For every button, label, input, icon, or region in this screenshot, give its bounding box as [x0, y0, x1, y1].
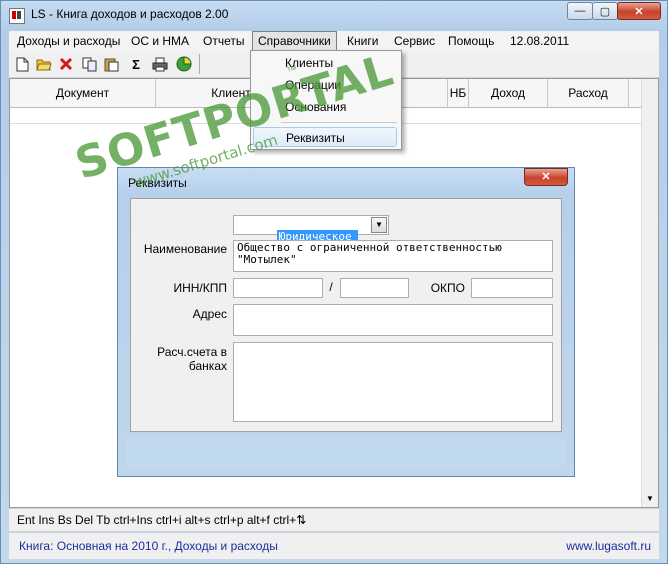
accounts-field[interactable]: [233, 342, 553, 422]
toolbar-separator: [199, 54, 200, 74]
name-label: Наименование: [143, 242, 227, 256]
menu-references[interactable]: Справочники: [252, 31, 337, 51]
references-dropdown: Клиенты Операции Основания Реквизиты: [250, 50, 402, 150]
scroll-down-icon[interactable]: ▼: [646, 494, 654, 503]
new-icon[interactable]: [13, 55, 31, 73]
status-bar: Книга: Основная на 2010 г., Доходы и рас…: [9, 533, 659, 559]
inn-label: ИНН/КПП: [173, 281, 227, 295]
col-expense[interactable]: Расход: [548, 79, 629, 107]
inn-field[interactable]: [233, 278, 323, 298]
dropdown-item-clients[interactable]: Клиенты: [253, 53, 397, 73]
vertical-scrollbar[interactable]: ▼: [641, 79, 658, 507]
copy-icon[interactable]: [81, 55, 99, 73]
current-book-text: Книга: Основная на 2010 г., Доходы и рас…: [19, 539, 278, 553]
hotkeys-text: Ent Ins Bs Del Tb ctrl+Ins ctrl+i alt+s …: [17, 513, 307, 527]
menu-reports[interactable]: Отчеты: [198, 31, 249, 51]
chart-icon[interactable]: [175, 55, 193, 73]
dropdown-item-requisites[interactable]: Реквизиты: [253, 127, 397, 147]
dropdown-separator: [281, 122, 397, 123]
dialog-close-button[interactable]: ✕: [524, 168, 568, 186]
requisites-dialog: Реквизиты ✕ Юридическое лицо ▼ Наименова…: [117, 167, 575, 477]
col-nb[interactable]: НБ: [448, 79, 469, 107]
window-title: LS - Книга доходов и расходов 2.00: [31, 7, 229, 21]
hotkeys-bar: Ent Ins Bs Del Tb ctrl+Ins ctrl+i alt+s …: [9, 509, 659, 532]
dialog-footer: [126, 438, 566, 468]
menu-assets[interactable]: ОС и НМА: [126, 31, 194, 51]
dropdown-item-bases[interactable]: Основания: [253, 97, 397, 117]
dialog-form: Юридическое лицо ▼ Наименование Общество…: [130, 198, 562, 432]
chevron-down-icon[interactable]: ▼: [371, 217, 387, 233]
window-controls: — ▢ ✕: [567, 2, 661, 20]
kpp-field[interactable]: [340, 278, 409, 298]
delete-icon[interactable]: [57, 55, 75, 73]
title-bar: LS - Книга доходов и расходов 2.00 — ▢ ✕: [1, 1, 667, 29]
name-field[interactable]: Общество с ограниченной ответственностью…: [233, 240, 553, 272]
print-icon[interactable]: [151, 55, 169, 73]
website-link[interactable]: www.lugasoft.ru: [566, 539, 651, 553]
menu-bar: Доходы и расходы ОС и НМА Отчеты Справоч…: [9, 31, 659, 51]
col-document[interactable]: Документ: [10, 79, 156, 107]
inn-kpp-separator: /: [329, 280, 333, 294]
accounts-label: Расч.счета в банках: [157, 345, 227, 373]
minimize-button[interactable]: —: [567, 2, 593, 20]
menu-date: 12.08.2011: [510, 34, 570, 48]
dropdown-item-operations[interactable]: Операции: [253, 75, 397, 95]
okpo-field[interactable]: [471, 278, 553, 298]
app-icon[interactable]: [9, 8, 25, 24]
maximize-button[interactable]: ▢: [592, 2, 618, 20]
menu-help[interactable]: Помощь: [443, 31, 499, 51]
sum-icon[interactable]: Σ: [127, 55, 145, 73]
menu-service[interactable]: Сервис: [389, 31, 440, 51]
address-field[interactable]: [233, 304, 553, 336]
entity-type-select[interactable]: Юридическое лицо ▼: [233, 215, 389, 255]
address-label: Адрес: [192, 307, 227, 321]
menu-income-expense[interactable]: Доходы и расходы: [12, 31, 125, 51]
close-button[interactable]: ✕: [617, 2, 661, 20]
open-folder-icon[interactable]: [35, 55, 53, 73]
paste-icon[interactable]: [103, 55, 121, 73]
dialog-title: Реквизиты: [128, 176, 187, 190]
okpo-label: ОКПО: [430, 281, 465, 295]
col-income[interactable]: Доход: [469, 79, 548, 107]
menu-books[interactable]: Книги: [342, 31, 383, 51]
